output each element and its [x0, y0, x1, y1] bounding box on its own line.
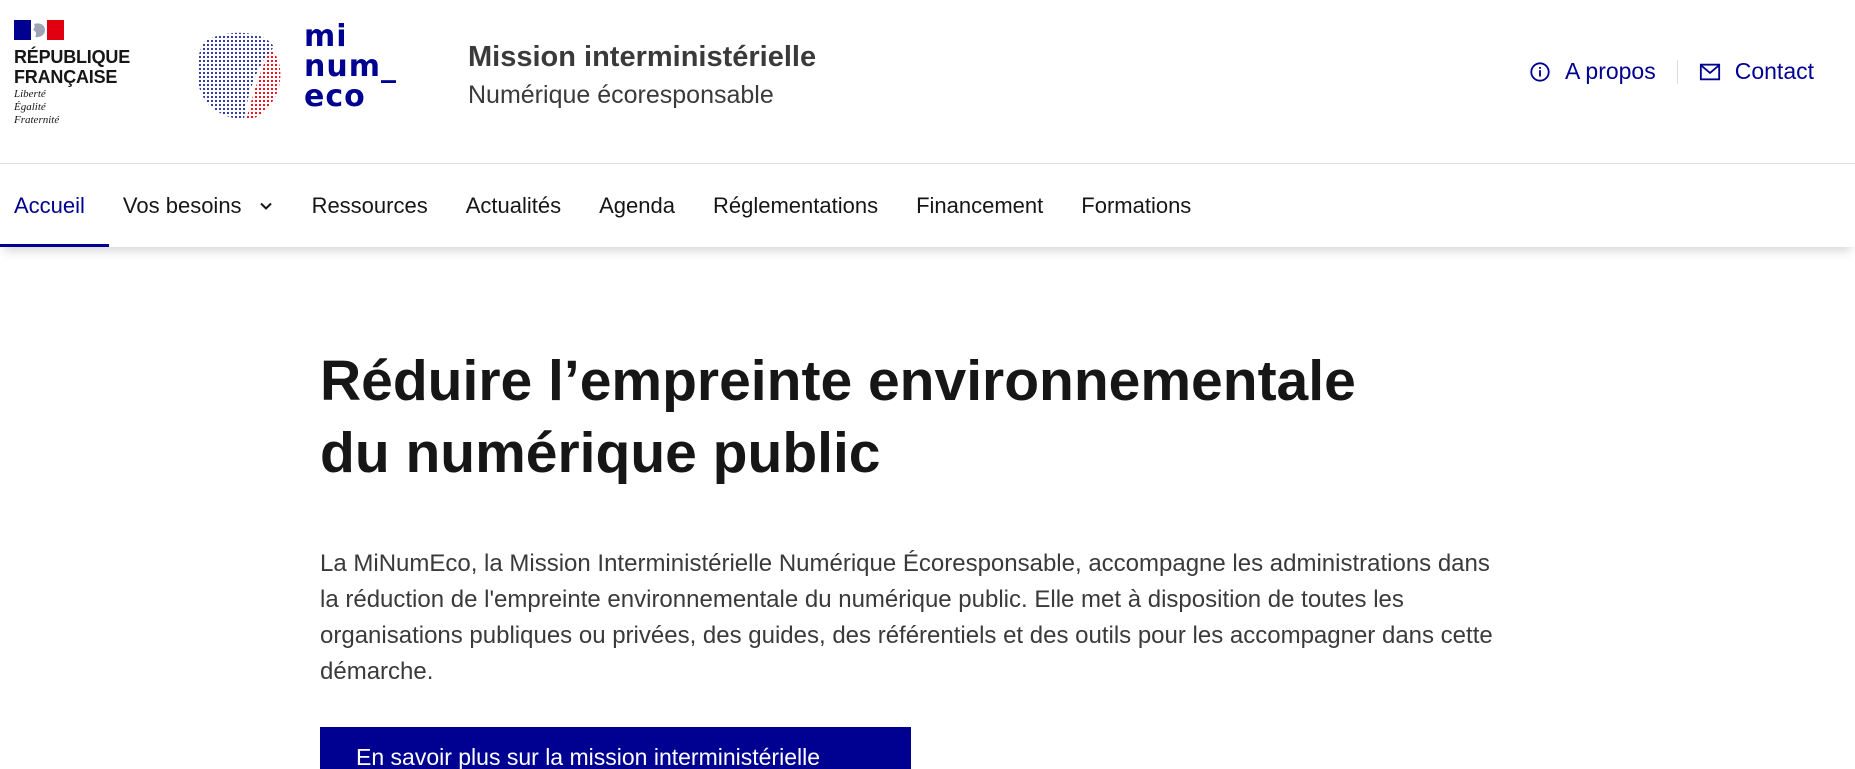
hero-description: La MiNumEco, la Mission Interministériel… — [320, 550, 1493, 685]
hero-section: Réduire l’empreinte environnementale du … — [320, 345, 1520, 690]
quick-links-divider — [1676, 59, 1678, 84]
info-icon — [1530, 61, 1550, 82]
minumeco-dots-emblem — [197, 32, 281, 120]
about-link-label: A propos — [1564, 58, 1656, 84]
republique-francaise-name: RÉPUBLIQUE FRANÇAISE — [14, 47, 131, 87]
hero-title: Réduire l’empreinte environnementale du … — [320, 345, 1520, 489]
nav-item-actualites[interactable]: Actualités — [452, 165, 585, 247]
nav-item-label: Actualités — [465, 193, 562, 218]
contact-link-label: Contact — [1734, 58, 1814, 84]
nav-item-label: Agenda — [599, 193, 675, 218]
site-header: RÉPUBLIQUE FRANÇAISE Liberté Égalité Fra… — [0, 0, 1855, 164]
nav-item-label: Vos besoins — [122, 193, 242, 218]
service-tagline: Numérique écoresponsable — [468, 81, 774, 109]
nav-item-label: Réglementations — [712, 193, 879, 218]
about-link[interactable]: A propos — [1528, 58, 1657, 85]
learn-more-button[interactable]: En savoir plus sur la mission interminis… — [320, 727, 911, 769]
main-navigation: Accueil Vos besoins Ressources Actualité… — [0, 165, 1855, 247]
nav-item-reglementations[interactable]: Réglementations — [699, 165, 902, 247]
nav-item-ressources[interactable]: Ressources — [298, 165, 452, 247]
minumeco-wordmark: mi num_ eco — [304, 19, 397, 114]
nav-item-accueil[interactable]: Accueil — [0, 165, 109, 247]
nav-item-formations[interactable]: Formations — [1067, 165, 1215, 247]
nav-item-label: Formations — [1081, 193, 1192, 218]
nav-item-label: Ressources — [311, 193, 428, 218]
service-title-block[interactable]: Mission interministérielle Numérique éco… — [468, 38, 816, 113]
nav-item-vos-besoins[interactable]: Vos besoins — [109, 165, 298, 247]
nav-item-label: Accueil — [14, 193, 85, 218]
republique-motto: Liberté Égalité Fraternité — [14, 88, 60, 126]
chevron-down-icon — [259, 202, 272, 210]
nav-item-label: Financement — [916, 193, 1044, 218]
header-quick-links: A propos Contact — [1528, 58, 1815, 85]
nav-item-financement[interactable]: Financement — [902, 165, 1067, 247]
minumeco-logo[interactable]: mi num_ eco — [194, 22, 409, 122]
hero-title-line: Réduire l’empreinte environnementale — [320, 349, 1356, 413]
republique-francaise-logo[interactable]: RÉPUBLIQUE FRANÇAISE Liberté Égalité Fra… — [14, 20, 134, 130]
nav-item-agenda[interactable]: Agenda — [585, 165, 699, 247]
hero-title-line: du numérique public — [320, 421, 881, 485]
mail-icon — [1699, 63, 1720, 80]
service-title: Mission interministérielle — [468, 41, 817, 73]
marianne-flag-icon — [14, 20, 64, 40]
contact-link[interactable]: Contact — [1698, 58, 1815, 85]
